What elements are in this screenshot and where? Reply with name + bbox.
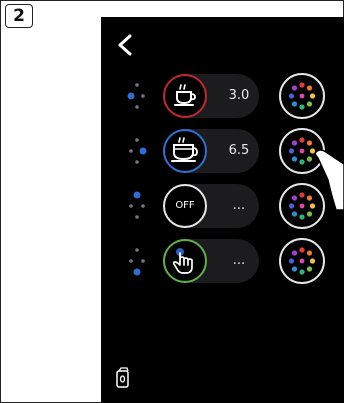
machine-logo-icon xyxy=(116,367,129,388)
machine-display: 3.0 6.5 OFF ... ... xyxy=(101,17,344,403)
hand-touch-button[interactable] xyxy=(163,239,207,283)
color-wheel-icon xyxy=(288,82,316,110)
off-button[interactable]: OFF xyxy=(163,184,207,228)
espresso-cup-icon xyxy=(174,84,196,106)
setting-value-d: ... xyxy=(232,253,246,268)
setting-row-b: 6.5 xyxy=(101,128,344,178)
position-indicator-d xyxy=(129,248,145,276)
setting-value-a: 3.0 xyxy=(228,88,250,103)
chevron-left-icon[interactable] xyxy=(115,33,135,57)
double-cup-button[interactable] xyxy=(163,129,207,173)
position-indicator-c xyxy=(129,191,145,219)
off-label: OFF xyxy=(175,200,195,211)
setting-row-d: ... xyxy=(101,238,344,288)
setting-value-c: ... xyxy=(232,198,246,213)
hand-touch-icon xyxy=(172,248,193,274)
setting-row-a: 3.0 xyxy=(101,73,344,123)
color-picker-button-a[interactable] xyxy=(279,73,325,119)
hand-pointer-icon xyxy=(314,149,344,210)
setting-value-b: 6.5 xyxy=(228,143,250,158)
color-wheel-icon xyxy=(288,247,316,275)
espresso-cup-button[interactable] xyxy=(163,74,207,118)
step-number-badge: 2 xyxy=(5,4,33,28)
color-picker-button-d[interactable] xyxy=(279,238,325,284)
position-indicator-b xyxy=(129,138,147,164)
position-indicator-a xyxy=(127,83,145,109)
double-cup-icon xyxy=(171,137,198,162)
setting-row-c: OFF ... xyxy=(101,183,344,233)
